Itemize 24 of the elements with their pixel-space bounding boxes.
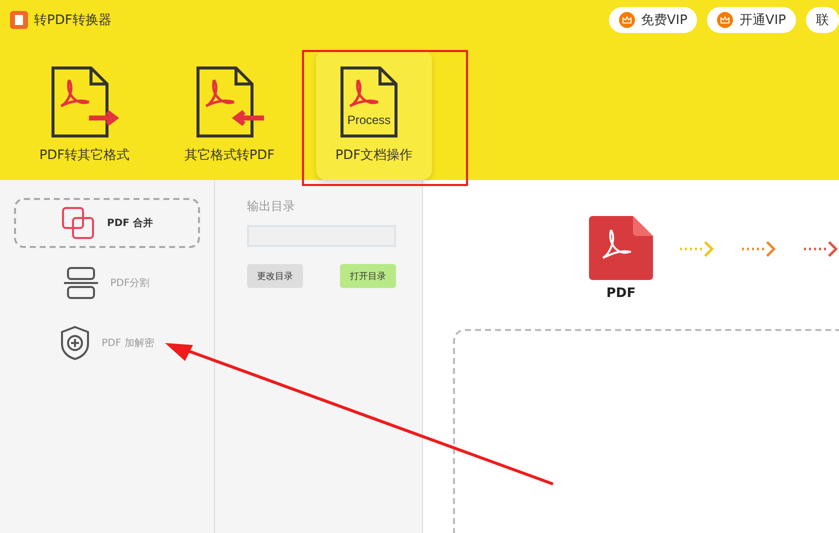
- output-path-field[interactable]: [247, 225, 396, 247]
- header-button[interactable]: 联: [806, 7, 839, 33]
- sidebar-item[interactable]: PDF 合并: [14, 198, 200, 248]
- output-label: 输出目录: [247, 198, 296, 215]
- directory-button[interactable]: 更改目录: [247, 264, 303, 288]
- pdf-file-icon: [589, 216, 653, 280]
- tool-tab[interactable]: PDF转其它格式: [12, 50, 157, 180]
- window-title: 转PDF转换器: [34, 12, 112, 29]
- tool-tab[interactable]: 其它格式转PDF: [157, 50, 302, 180]
- directory-button[interactable]: 打开目录: [340, 264, 396, 288]
- overlapping-squares-icon: [61, 206, 96, 240]
- header-button[interactable]: 免费VIP: [608, 7, 698, 33]
- header-button[interactable]: 开通VIP: [707, 7, 796, 33]
- crown-icon: [618, 12, 635, 28]
- crown-icon: [717, 12, 734, 28]
- shield-plus-icon: [60, 326, 90, 360]
- app-logo-icon: [10, 11, 28, 29]
- tool-tab[interactable]: Process PDF文档操作: [316, 50, 432, 180]
- split-icon: [64, 267, 98, 299]
- dotted-arrow-icon: [679, 241, 715, 257]
- dotted-arrow-icon: [741, 241, 777, 257]
- dotted-arrow-icon: [803, 241, 839, 257]
- drop-zone[interactable]: [453, 329, 839, 533]
- file-label: PDF: [606, 286, 636, 301]
